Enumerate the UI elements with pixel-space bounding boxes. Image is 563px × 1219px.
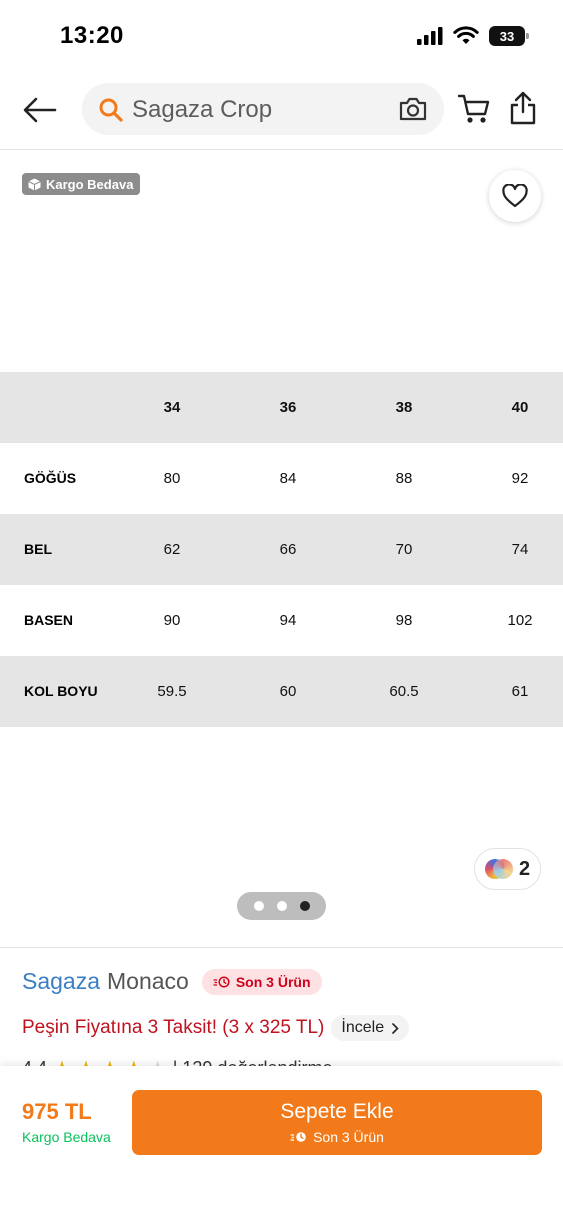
table-row: BASEN 90 94 98 102 xyxy=(0,585,563,656)
size-header-cell: 34 xyxy=(163,399,181,416)
star-icon: ★ xyxy=(101,1056,119,1066)
arrow-left-icon xyxy=(23,97,57,123)
table-cell: 62 xyxy=(163,541,181,558)
cargo-badge: Kargo Bedava xyxy=(22,173,141,195)
table-cell: 92 xyxy=(511,470,529,487)
table-cell: 90 xyxy=(163,612,181,629)
price: 975 TL xyxy=(22,1099,92,1124)
star-icon: ★ xyxy=(77,1056,95,1066)
table-cell: 70 xyxy=(395,541,413,558)
battery-indicator: 33 xyxy=(489,26,529,46)
product-image-carousel[interactable]: Kargo Bedava 34 36 38 40 GÖĞÜS 80 84 88 … xyxy=(0,151,563,946)
table-row: KOL BOYU 59.5 60 60.5 61 xyxy=(0,656,563,727)
variants-count: 2 xyxy=(518,857,531,880)
table-row: GÖĞÜS 80 84 88 92 xyxy=(0,443,563,514)
size-header-cell: 40 xyxy=(511,399,529,416)
share-icon[interactable] xyxy=(508,90,538,126)
cart-icon[interactable] xyxy=(457,92,491,126)
table-cell: 61 xyxy=(511,683,529,700)
installment-text: Peşin Fiyatına 3 Taksit! (3 x 325 TL) xyxy=(22,1017,325,1038)
status-time: 13:20 xyxy=(60,22,124,49)
search-query: Sagaza Crop xyxy=(132,96,273,123)
add-to-cart-label: Sepete Ekle xyxy=(280,1100,394,1123)
stock-badge: Son 3 Ürün xyxy=(201,968,322,995)
size-header-cell: 38 xyxy=(395,399,413,416)
row-label: GÖĞÜS xyxy=(24,470,77,486)
wifi-icon xyxy=(453,26,479,44)
table-cell: 84 xyxy=(279,470,297,487)
product-info: Sagaza Monaco Son 3 Ürün Peşin Fiyatına … xyxy=(0,948,563,1066)
product-title-row: Sagaza Monaco Son 3 Ürün xyxy=(22,968,322,995)
pager-dot-active[interactable] xyxy=(299,901,310,911)
product-name: Monaco xyxy=(107,968,189,994)
pager-dot[interactable] xyxy=(253,901,264,911)
table-row: BEL 62 66 70 74 xyxy=(0,514,563,585)
row-label: BASEN xyxy=(24,612,74,628)
box-icon xyxy=(28,178,41,190)
size-header-cell: 36 xyxy=(279,399,297,416)
cargo-badge-label: Kargo Bedava xyxy=(46,176,134,192)
heart-icon xyxy=(502,184,528,208)
free-shipping-label: Kargo Bedava xyxy=(22,1129,111,1145)
cta-stock-text: Son 3 Ürün xyxy=(313,1129,384,1145)
table-cell: 98 xyxy=(395,612,413,629)
incele-label: İncele xyxy=(341,1019,385,1036)
rating-row[interactable]: 4.4 ★ ★ ★ ★ ★ | 129 değerlendirme xyxy=(22,1056,333,1066)
rating-score: 4.4 xyxy=(22,1058,47,1066)
row-label: BEL xyxy=(24,541,52,557)
back-button[interactable] xyxy=(18,90,62,130)
status-bar: 13:20 33 xyxy=(0,0,563,72)
image-pager[interactable] xyxy=(237,892,326,920)
add-to-cart-button[interactable]: Sepete Ekle Son 3 Ürün xyxy=(132,1090,542,1155)
table-cell: 59.5 xyxy=(157,683,187,700)
table-cell: 74 xyxy=(511,541,529,558)
star-icon: ★ xyxy=(125,1056,143,1066)
favorite-button[interactable] xyxy=(489,170,541,222)
color-variants-button[interactable]: 2 xyxy=(474,848,541,890)
size-header-row: 34 36 38 40 xyxy=(0,372,563,443)
camera-icon[interactable] xyxy=(398,95,428,123)
table-cell: 66 xyxy=(279,541,297,558)
table-cell: 102 xyxy=(507,612,533,629)
add-to-cart-sublabel: Son 3 Ürün xyxy=(132,1129,542,1145)
star-icon: ★ xyxy=(53,1056,71,1066)
search-bar[interactable]: Sagaza Crop xyxy=(82,83,444,135)
table-cell: 60.5 xyxy=(389,683,419,700)
brand-link[interactable]: Sagaza xyxy=(22,968,100,995)
incele-button[interactable]: İncele xyxy=(331,1015,410,1041)
color-variants-icon xyxy=(484,859,513,879)
search-icon xyxy=(99,98,123,122)
chevron-right-icon xyxy=(392,1022,399,1034)
header: Sagaza Crop xyxy=(0,72,563,150)
table-cell: 80 xyxy=(163,470,181,487)
bottom-action-bar: 975 TL Kargo Bedava Sepete Ekle Son 3 Ür… xyxy=(0,1066,563,1219)
status-icons: 33 xyxy=(417,26,529,46)
rating-count: | 129 değerlendirme xyxy=(173,1058,333,1066)
size-chart-table: 34 36 38 40 GÖĞÜS 80 84 88 92 BEL 62 66 … xyxy=(0,372,563,727)
star-icon: ★ xyxy=(149,1056,167,1066)
row-label: KOL BOYU xyxy=(24,683,98,699)
clock-icon xyxy=(290,1132,306,1142)
stock-badge-label: Son 3 Ürün xyxy=(235,973,311,990)
table-cell: 60 xyxy=(279,683,297,700)
table-cell: 88 xyxy=(395,470,413,487)
table-cell: 94 xyxy=(279,612,297,629)
installment-row: Peşin Fiyatına 3 Taksit! (3 x 325 TL) İn… xyxy=(22,1015,410,1041)
pager-dot[interactable] xyxy=(276,901,287,911)
clock-icon xyxy=(213,975,230,988)
signal-icon xyxy=(417,27,443,45)
